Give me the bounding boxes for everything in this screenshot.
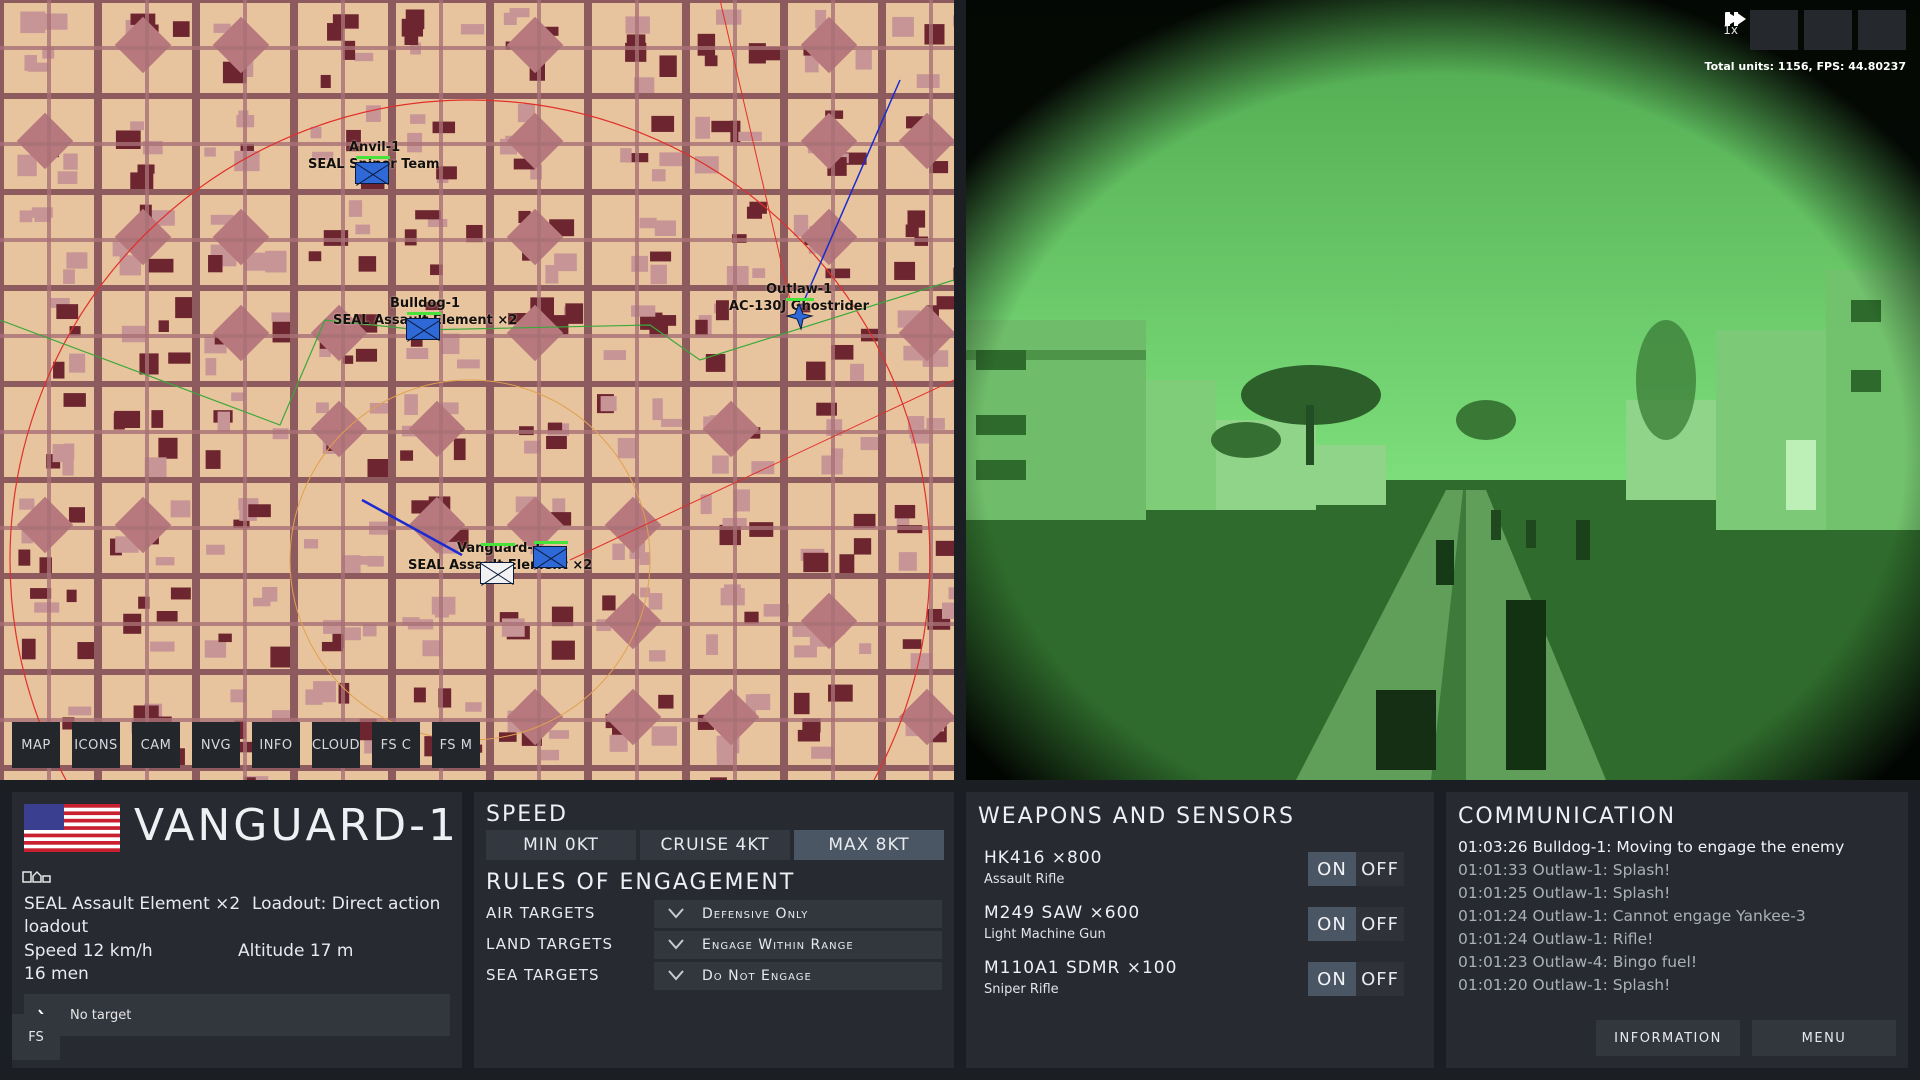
aircraft-icon[interactable]	[784, 302, 814, 332]
map-button[interactable]: MAP	[12, 722, 60, 768]
weapon-on-button[interactable]: ON	[1308, 907, 1356, 941]
communication-panel: COMMUNICATION 01:03:26 Bulldog-1: Moving…	[1446, 792, 1908, 1068]
fast-forward-button[interactable]	[1725, 10, 1906, 50]
weapon-off-button[interactable]: OFF	[1356, 962, 1404, 996]
weapon-name: M110A1 SDMR ×100	[984, 958, 1178, 978]
chevron-down-icon	[668, 939, 684, 950]
weapon-off-button[interactable]: OFF	[1356, 907, 1404, 941]
speed-roe-panel: SPEED MIN 0KT CRUISE 4KT MAX 8KT RULES O…	[474, 792, 954, 1068]
weapons-panel: WEAPONS AND SENSORS HK416 ×800 Assault R…	[966, 792, 1434, 1068]
fs-c-button[interactable]: FS C	[372, 722, 420, 768]
unit-marker-anvil[interactable]	[355, 162, 389, 184]
fs-m-button[interactable]: FS M	[432, 722, 480, 768]
unit-label-outlaw: Outlaw-1	[766, 282, 833, 297]
icons-button[interactable]: ICONS	[72, 722, 120, 768]
weapon-toggle: ON OFF	[1308, 962, 1404, 996]
roe-title: RULES OF ENGAGEMENT	[486, 870, 796, 895]
unit-marker-bulldog[interactable]	[406, 318, 440, 340]
roe-sea-select[interactable]: Do Not Engage	[654, 962, 942, 990]
roe-air-label: AIR TARGETS	[486, 904, 596, 922]
log-entry: 01:01:24 Outlaw-1: Rifle!	[1458, 930, 1654, 948]
unit-marker-vanguard-2[interactable]	[533, 546, 567, 568]
unit-health-bar	[481, 543, 515, 546]
unit-health-bar	[786, 298, 814, 301]
weapon-name: HK416 ×800	[984, 848, 1103, 868]
weapon-name: M249 SAW ×600	[984, 903, 1141, 923]
weapon-type: Assault Rifle	[984, 872, 1065, 887]
unit-label-bulldog: Bulldog-1	[390, 296, 461, 311]
weapon-on-button[interactable]: ON	[1308, 962, 1356, 996]
unit-label-anvil: Anvil-1	[349, 140, 401, 155]
unit-loadout: Loadout: Direct action	[252, 894, 441, 914]
unit-type-icons	[22, 870, 51, 883]
time-controls: 1x	[1723, 10, 1906, 50]
roe-air-value: Defensive Only	[702, 906, 809, 922]
unit-health-bar	[534, 541, 568, 544]
nvg-scene	[966, 0, 1920, 780]
information-button[interactable]: INFORMATION	[1596, 1020, 1740, 1056]
weapon-type: Light Machine Gun	[984, 927, 1106, 942]
info-button[interactable]: INFO	[252, 722, 300, 768]
log-entry: 01:01:25 Outlaw-1: Splash!	[1458, 884, 1671, 902]
target-selector[interactable]: No target	[24, 994, 450, 1036]
map-toolbar: MAP ICONS CAM NVG INFO CLOUD FS C FS M	[12, 722, 480, 768]
us-flag-icon	[24, 804, 120, 852]
log-entry: 01:01:33 Outlaw-1: Splash!	[1458, 861, 1671, 879]
roe-land-select[interactable]: Engage Within Range	[654, 931, 942, 959]
camera-view[interactable]: 1x Total units: 1156, FPS: 44.80237	[966, 0, 1920, 780]
roe-land-label: LAND TARGETS	[486, 935, 613, 953]
pause-button[interactable]	[1726, 10, 1798, 50]
cam-button[interactable]: CAM	[132, 722, 180, 768]
chevron-down-icon	[668, 908, 684, 919]
weapon-off-button[interactable]: OFF	[1356, 852, 1404, 886]
unit-title: VANGUARD-1	[134, 800, 460, 851]
play-button[interactable]	[1727, 10, 1852, 50]
fps-readout: Total units: 1156, FPS: 44.80237	[1704, 60, 1906, 73]
unit-loadout-cont: loadout	[24, 917, 89, 937]
speed-cruise-button[interactable]: CRUISE 4KT	[640, 830, 790, 860]
speed-min-button[interactable]: MIN 0KT	[486, 830, 636, 860]
weapon-toggle: ON OFF	[1308, 852, 1404, 886]
menu-button[interactable]: MENU	[1752, 1020, 1896, 1056]
weapon-type: Sniper Rifle	[984, 982, 1059, 997]
roe-sea-value: Do Not Engage	[702, 968, 812, 984]
roe-sea-label: SEA TARGETS	[486, 966, 600, 984]
unit-type: SEAL Assault Element ×2	[24, 894, 241, 914]
log-entry: 01:01:20 Outlaw-1: Splash!	[1458, 976, 1671, 994]
unit-health-bar	[407, 312, 441, 315]
nvg-button[interactable]: NVG	[192, 722, 240, 768]
speed-title: SPEED	[486, 802, 568, 827]
unit-info-panel: VANGUARD-1 SEAL Assault Element ×2 Loado…	[12, 792, 462, 1068]
log-entry: 01:01:24 Outlaw-1: Cannot engage Yankee-…	[1458, 907, 1806, 925]
unit-speed: Speed 12 km/h	[24, 941, 153, 961]
unit-marker-vanguard-selected[interactable]	[480, 562, 514, 584]
roe-land-value: Engage Within Range	[702, 937, 854, 953]
fs-button[interactable]: FS	[12, 1014, 60, 1060]
log-entry: 01:03:26 Bulldog-1: Moving to engage the…	[1458, 838, 1845, 856]
fast-forward-icon	[1725, 12, 1747, 26]
comm-title: COMMUNICATION	[1458, 804, 1677, 829]
roe-air-select[interactable]: Defensive Only	[654, 900, 942, 928]
weapon-on-button[interactable]: ON	[1308, 852, 1356, 886]
weapon-toggle: ON OFF	[1308, 907, 1404, 941]
unit-men: 16 men	[24, 964, 89, 984]
log-entry: 01:01:23 Outlaw-4: Bingo fuel!	[1458, 953, 1698, 971]
unit-health-bar	[356, 156, 390, 159]
tactical-map[interactable]: Anvil-1 SEAL Sniper Team Bulldog-1 SEAL …	[0, 0, 954, 780]
unit-altitude: Altitude 17 m	[238, 941, 354, 961]
target-text: No target	[70, 1008, 132, 1023]
speed-max-button[interactable]: MAX 8KT	[794, 830, 944, 860]
weapons-title: WEAPONS AND SENSORS	[978, 804, 1295, 829]
map-terrain	[0, 0, 954, 780]
chevron-down-icon	[668, 970, 684, 981]
cloud-button[interactable]: CLOUD	[312, 722, 360, 768]
